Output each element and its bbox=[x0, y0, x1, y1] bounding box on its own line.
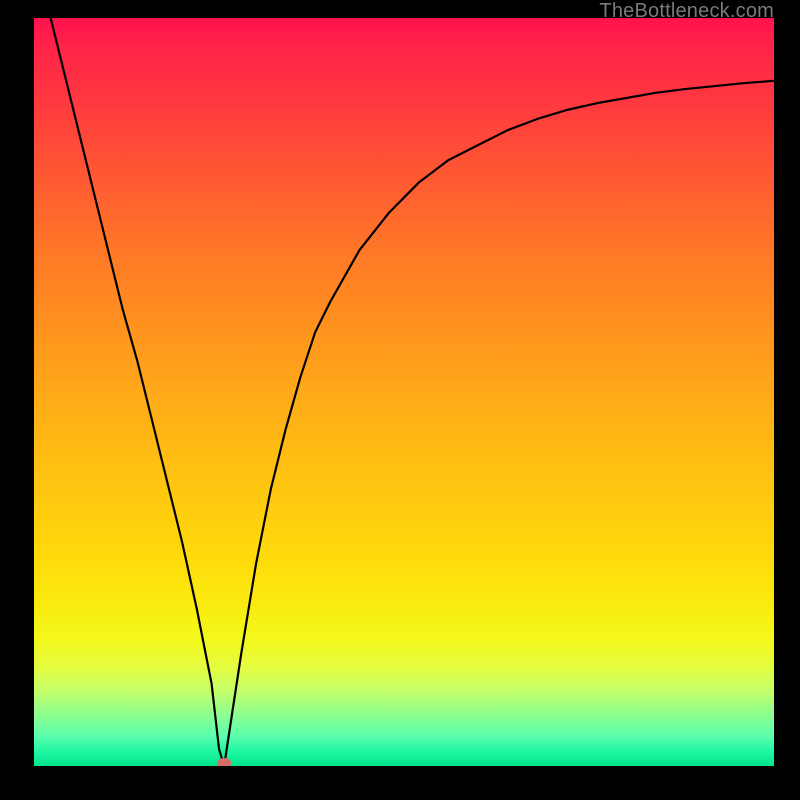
plot-area bbox=[34, 18, 774, 766]
minimum-marker bbox=[217, 758, 231, 766]
watermark-text: TheBottleneck.com bbox=[599, 0, 774, 22]
curve-layer bbox=[34, 18, 774, 766]
chart-frame: TheBottleneck.com bbox=[0, 0, 800, 800]
bottleneck-curve bbox=[34, 18, 774, 766]
